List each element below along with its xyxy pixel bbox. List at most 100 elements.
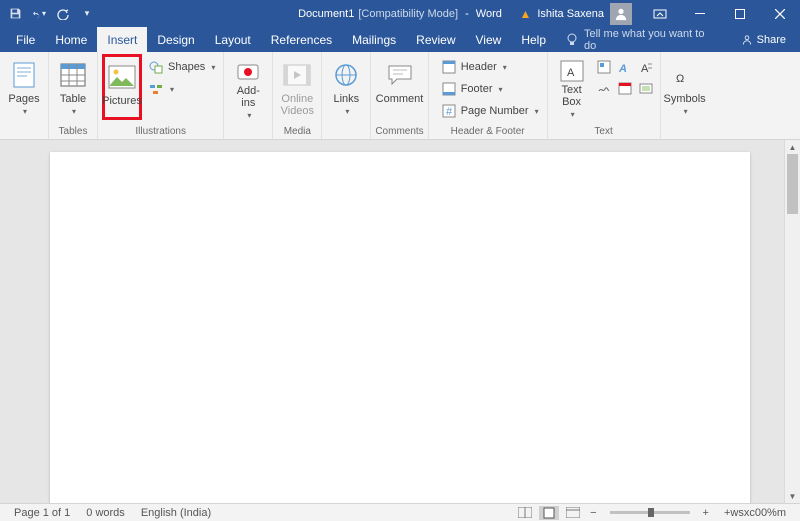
footer-button[interactable]: Footer▾ [437,79,543,99]
svg-text:A: A [567,67,575,79]
addins-icon [232,59,264,83]
shapes-icon [148,59,164,75]
textbox-icon: A [556,59,588,82]
links-button[interactable]: Links ▾ [326,54,366,120]
tab-review[interactable]: Review [406,27,465,52]
menubar: File Home Insert Design Layout Reference… [0,27,800,52]
document-page[interactable] [50,152,750,503]
pages-button[interactable]: Pages ▾ [4,54,44,120]
text-mini-buttons: A A [594,54,656,119]
word-count[interactable]: 0 words [78,507,133,519]
chevron-down-icon: ▾ [684,107,688,116]
svg-text:A: A [618,63,627,74]
web-layout-icon[interactable] [563,506,583,520]
window-controls [680,0,800,27]
share-button[interactable]: Share [727,34,800,46]
signature-button[interactable] [594,78,614,98]
ribbon-display-icon[interactable] [640,9,680,19]
page-icon [8,59,40,91]
warning-icon: ▲ [519,7,531,21]
chevron-down-icon: ▾ [23,107,27,116]
group-symbols: Ω Symbols ▾ . [661,52,709,139]
group-tables: Table ▾ Tables [49,52,98,139]
user-name: Ishita Saxena [537,8,604,20]
title-dash: - [462,8,472,20]
print-layout-icon[interactable] [539,506,559,520]
header-button[interactable]: Header▾ [437,57,543,77]
chevron-down-icon: ▾ [345,107,349,116]
wordart-button[interactable]: A [615,57,635,77]
vertical-scrollbar[interactable]: ▲ ▼ [784,140,800,503]
footer-icon [441,81,457,97]
group-addins: Add- ins ▾ . [224,52,273,139]
chevron-down-icon: ▾ [571,110,575,119]
share-icon [741,34,753,46]
pagenum-icon: # [441,103,457,119]
object-button[interactable] [636,78,656,98]
quick-parts-button[interactable] [594,57,614,77]
omega-icon: Ω [669,59,701,91]
shapes-button[interactable]: Shapes▾ [144,57,219,77]
statusbar: Page 1 of 1 0 words English (India) − + … [0,503,800,521]
page-number-button[interactable]: # Page Number▾ [437,101,543,121]
save-icon[interactable] [8,7,22,21]
tab-home[interactable]: Home [45,27,97,52]
group-illustrations: Pictures Shapes▾ ▾ Illustrations [98,52,224,139]
tab-insert[interactable]: Insert [97,27,147,52]
maximize-button[interactable] [720,0,760,27]
svg-text:#: # [446,106,453,118]
tab-file[interactable]: File [6,27,45,52]
app-name: Word [476,8,502,20]
titlebar: ▾ ▾ Document1 [Compatibility Mode] - Wor… [0,0,800,27]
symbols-button[interactable]: Ω Symbols ▾ [665,54,705,120]
text-box-button[interactable]: A Text Box ▾ [552,54,592,120]
undo-icon[interactable]: ▾ [32,7,46,21]
zoom-in-button[interactable]: + [700,507,712,519]
titlebar-right: ▲ Ishita Saxena [511,0,800,27]
dropcap-button[interactable]: A [636,57,656,77]
ribbon: Pages ▾ Pages Table ▾ Tables Pictures [0,52,800,140]
zoom-out-button[interactable]: − [587,507,599,519]
group-media: Online Videos Media [273,52,322,139]
zoom-slider[interactable] [610,511,690,514]
chevron-down-icon: ▾ [247,111,251,120]
svg-text:A: A [641,63,649,74]
group-comments: Comment Comments [371,52,428,139]
read-mode-icon[interactable] [515,506,535,520]
comment-icon [384,59,416,91]
compat-mode: [Compatibility Mode] [358,8,458,20]
addins-button[interactable]: Add- ins ▾ [228,54,268,120]
quick-access-toolbar: ▾ ▾ [0,7,94,21]
tell-me-search[interactable]: Tell me what you want to do [556,28,727,52]
document-area[interactable] [0,140,800,503]
lightbulb-icon [566,33,578,47]
scroll-down-icon[interactable]: ▼ [785,489,800,503]
tab-layout[interactable]: Layout [205,27,261,52]
group-text: A Text Box ▾ A A Text [548,52,661,139]
zoom-level[interactable]: +wsxc00%m [716,507,794,519]
user-account[interactable]: ▲ Ishita Saxena [511,3,640,25]
chevron-down-icon: ▾ [72,107,76,116]
language[interactable]: English (India) [133,507,219,519]
comment-button[interactable]: Comment [380,54,420,120]
tab-references[interactable]: References [261,27,342,52]
redo-icon[interactable] [56,7,70,21]
minimize-button[interactable] [680,0,720,27]
header-icon [441,59,457,75]
tab-design[interactable]: Design [147,27,204,52]
scroll-up-icon[interactable]: ▲ [785,140,800,154]
close-button[interactable] [760,0,800,27]
tab-mailings[interactable]: Mailings [342,27,406,52]
page-count[interactable]: Page 1 of 1 [6,507,78,519]
qat-customize-icon[interactable]: ▾ [80,7,94,21]
video-icon [281,59,313,91]
pictures-button[interactable]: Pictures [102,54,142,120]
scroll-thumb[interactable] [787,154,798,214]
tab-view[interactable]: View [466,27,512,52]
doc-name: Document1 [298,8,354,20]
icons-button[interactable]: ▾ [144,79,219,99]
smartart-icon [148,81,164,97]
tab-help[interactable]: Help [511,27,556,52]
datetime-button[interactable] [615,78,635,98]
table-button[interactable]: Table ▾ [53,54,93,120]
